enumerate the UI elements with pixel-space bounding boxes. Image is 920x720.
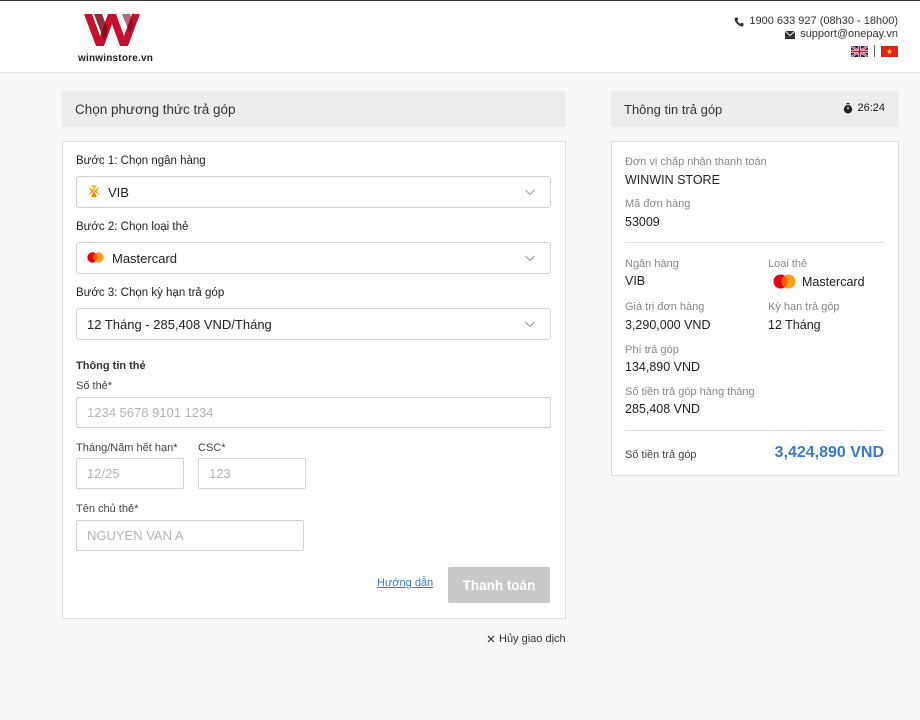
merchant-value: WINWIN STORE bbox=[625, 173, 720, 187]
total-label: Số tiền trả góp bbox=[625, 449, 697, 461]
installment-info-header: Thông tin trả góp 26:24 bbox=[611, 91, 899, 127]
expiry-label: Tháng/Năm hết hạn* bbox=[76, 442, 178, 454]
summary-divider bbox=[625, 242, 884, 243]
card-type-select[interactable]: Mastercard bbox=[76, 242, 551, 274]
phone-icon bbox=[734, 17, 744, 26]
chevron-down-icon bbox=[525, 255, 535, 262]
stopwatch-icon bbox=[844, 102, 853, 113]
monthly-payment-value: 285,408 VND bbox=[625, 402, 701, 416]
card-type-select-value: Mastercard bbox=[112, 250, 178, 266]
pay-button[interactable]: Thanh toán bbox=[448, 567, 550, 603]
bank-select[interactable]: VIB bbox=[76, 176, 551, 208]
step2-label: Bước 2: Chọn loại thẻ bbox=[76, 221, 189, 233]
timer-value: 26:24 bbox=[857, 102, 885, 114]
installment-info-title: Thông tin trả góp bbox=[624, 102, 723, 117]
term-label: Kỳ hạn trả góp bbox=[768, 301, 840, 313]
order-id-value: 53009 bbox=[625, 215, 660, 229]
support-phone: 1900 633 927 (08h30 - 18h00) bbox=[749, 15, 898, 27]
winwin-logo-mark bbox=[84, 14, 140, 46]
chevron-down-icon bbox=[525, 321, 535, 328]
logo-text: winwinstore.vn bbox=[78, 53, 154, 64]
winwin-logo[interactable]: winwinstore.vn bbox=[78, 10, 158, 66]
order-id-label: Mã đơn hàng bbox=[625, 198, 691, 210]
top-bar: winwinstore.vn 1900 633 927 (08h30 - 18h… bbox=[0, 0, 920, 73]
contact-info: 1900 633 927 (08h30 - 18h00) support@one… bbox=[734, 15, 898, 57]
bank-select-value: VIB bbox=[108, 184, 129, 200]
term-select-value: 12 Tháng - 285,408 VND/Tháng bbox=[87, 316, 272, 332]
step3-label: Bước 3: Chọn kỳ hạn trả góp bbox=[76, 287, 225, 299]
countdown-timer: 26:24 bbox=[843, 102, 885, 114]
card-number-label: Số thẻ* bbox=[76, 380, 113, 392]
fee-value: 134,890 VND bbox=[625, 360, 701, 374]
term-select[interactable]: 12 Tháng - 285,408 VND/Tháng bbox=[76, 308, 551, 340]
flag-separator bbox=[874, 45, 875, 57]
fee-label: Phí trả góp bbox=[625, 344, 679, 356]
bank-label: Ngân hàng bbox=[625, 258, 679, 270]
csc-label: CSC* bbox=[198, 442, 226, 454]
expiry-input[interactable] bbox=[76, 458, 184, 489]
vietnam-flag-icon[interactable] bbox=[881, 45, 898, 57]
envelope-icon bbox=[785, 30, 796, 39]
cancel-transaction-label: Hủy giao dịch bbox=[499, 633, 566, 645]
installment-summary: Đơn vị chấp nhận thanh toán WINWIN STORE… bbox=[611, 141, 899, 476]
card-type-label: Loại thẻ bbox=[768, 258, 808, 270]
merchant-label: Đơn vị chấp nhận thanh toán bbox=[625, 156, 767, 168]
card-type-value-row: Mastercard bbox=[773, 274, 865, 289]
term-value: 12 Tháng bbox=[768, 318, 821, 332]
order-amount-label: Giá trị đơn hàng bbox=[625, 301, 705, 313]
card-number-input[interactable] bbox=[76, 397, 551, 428]
cardholder-label: Tên chủ thẻ* bbox=[76, 503, 139, 515]
help-link[interactable]: Hướng dẫn bbox=[377, 577, 433, 589]
csc-input[interactable] bbox=[198, 458, 306, 489]
total-divider bbox=[625, 430, 884, 431]
chevron-down-icon bbox=[525, 189, 535, 196]
card-type-value: Mastercard bbox=[802, 274, 865, 289]
support-email[interactable]: support@onepay.vn bbox=[800, 28, 898, 41]
payment-method-header: Chọn phương thức trả góp bbox=[62, 91, 566, 127]
vib-bank-icon bbox=[87, 184, 101, 201]
monthly-payment-label: Số tiền trả góp hàng tháng bbox=[625, 386, 755, 398]
order-amount-value: 3,290,000 VND bbox=[625, 318, 711, 332]
step1-label: Bước 1: Chọn ngân hàng bbox=[76, 155, 206, 167]
close-icon bbox=[487, 635, 495, 643]
cardholder-input[interactable] bbox=[76, 520, 304, 551]
cancel-transaction-link[interactable]: Hủy giao dịch bbox=[487, 633, 566, 645]
english-flag-icon[interactable] bbox=[851, 45, 868, 57]
mastercard-icon bbox=[87, 251, 104, 266]
total-amount: 3,424,890 VND bbox=[774, 444, 884, 461]
payment-form: Bước 1: Chọn ngân hàng VIB Bước 2: Chọn … bbox=[62, 141, 566, 619]
bank-value: VIB bbox=[625, 274, 646, 288]
card-info-title: Thông tin thẻ bbox=[76, 360, 146, 372]
mastercard-icon bbox=[773, 274, 796, 289]
